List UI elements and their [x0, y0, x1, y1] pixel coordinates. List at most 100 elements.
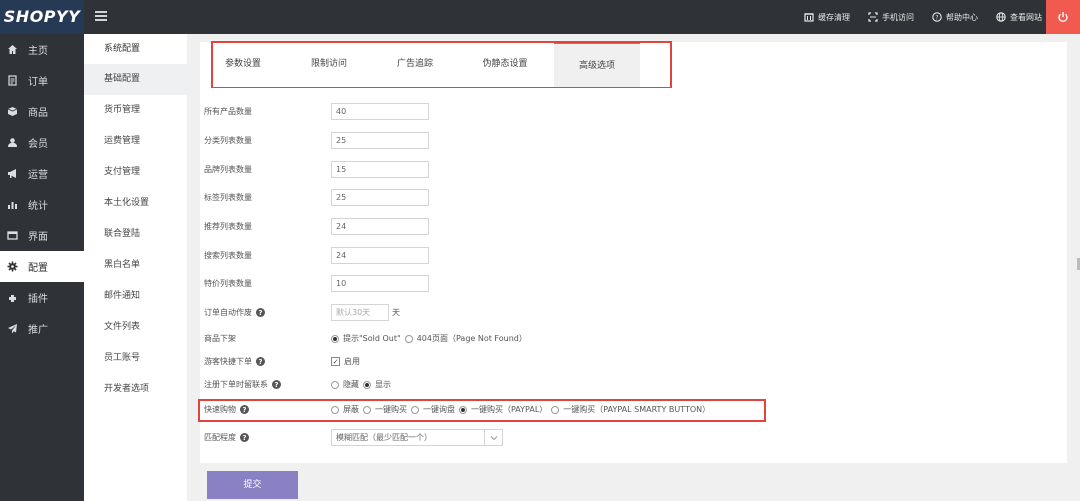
submenu-item-staff[interactable]: 员工账号	[84, 343, 187, 374]
form-row: 订单自动作废 ? 默认30天 天	[204, 304, 400, 321]
one-click-inquiry-option[interactable]: 一键询盘	[411, 404, 455, 415]
radio[interactable]	[411, 405, 419, 414]
show-option[interactable]: 显示	[363, 379, 391, 390]
option-label: 一键购买（PAYPAL SMARTY BUTTON）	[563, 405, 711, 414]
mobile-visit-button[interactable]: 手机访问	[868, 12, 914, 23]
submenu-item-blacklist[interactable]: 黑白名单	[84, 250, 187, 281]
all-products-input[interactable]: 40	[331, 103, 429, 120]
sidebar-item-orders[interactable]: 订单	[0, 65, 84, 96]
sidebar-item-operations[interactable]: 运营	[0, 158, 84, 189]
form-row: 游客快捷下单 ? ✓ 启用	[204, 356, 364, 367]
submenu-item-files[interactable]: 文件列表	[84, 312, 187, 343]
submenu-item-developer[interactable]: 开发者选项	[84, 374, 187, 405]
product-icon	[7, 107, 18, 116]
field-label: 匹配程度	[204, 433, 236, 442]
submenu-item-basic-config[interactable]: 基础配置	[84, 64, 187, 95]
submenu-item-currency[interactable]: 货币管理	[84, 95, 187, 126]
help-center-button[interactable]: ? 帮助中心	[932, 12, 978, 23]
sidebar-item-label: 商品	[28, 108, 48, 119]
search-list-input[interactable]: 24	[331, 247, 429, 264]
option-label: 一键询盘	[423, 405, 455, 414]
sidebar-item-home[interactable]: 主页	[0, 34, 84, 65]
brand-list-input[interactable]: 15	[331, 161, 429, 178]
form-row: 匹配程度 ? 模糊匹配（最少匹配一个）	[204, 429, 503, 446]
help-center-label: 帮助中心	[946, 12, 978, 22]
sidebar-item-plugins[interactable]: 插件	[0, 282, 84, 313]
field-label: 游客快捷下单	[204, 357, 252, 366]
sidebar-item-promotion[interactable]: 推广	[0, 313, 84, 344]
form-row: 分类列表数量 25	[204, 132, 429, 149]
form-row: 商品下架 提示"Sold Out" 404页面（Page Not Found）	[204, 333, 531, 344]
submenu-title: 系统配置	[104, 44, 141, 54]
help-icon[interactable]: ?	[256, 357, 265, 366]
field-label: 商品下架	[204, 334, 236, 343]
form-row: 特价列表数量 10	[204, 275, 429, 292]
sidebar-item-label: 主页	[28, 46, 48, 57]
auto-void-days-input[interactable]: 默认30天	[331, 304, 389, 321]
radio-selected[interactable]	[331, 334, 339, 343]
sidebar-item-label: 订单	[28, 77, 48, 88]
one-click-paypal-smart-option[interactable]: 一键购买（PAYPAL SMARTY BUTTON）	[551, 404, 710, 415]
config-submenu: 系统配置 基础配置 货币管理 运费管理 支付管理 本土化设置 联合登陆 黑白名单…	[84, 34, 187, 501]
field-label: 注册下单时留联系	[204, 380, 268, 389]
sidebar-item-products[interactable]: 商品	[0, 96, 84, 127]
radio[interactable]	[331, 405, 339, 414]
sidebar-item-members[interactable]: 会员	[0, 127, 84, 158]
sidebar-item-interface[interactable]: 界面	[0, 220, 84, 251]
brand-logo[interactable]: SHOPYY	[0, 0, 84, 34]
submit-button[interactable]: 提交	[207, 471, 298, 499]
submenu-item-shipping[interactable]: 运费管理	[84, 126, 187, 157]
globe-icon	[996, 12, 1006, 22]
radio[interactable]	[363, 405, 371, 414]
logout-button[interactable]	[1046, 0, 1080, 34]
one-click-buy-option[interactable]: 一键购买	[363, 404, 407, 415]
radio[interactable]	[404, 334, 413, 343]
plugin-icon	[9, 295, 16, 302]
404-option[interactable]: 404页面（Page Not Found）	[404, 333, 527, 344]
submenu-item-email[interactable]: 邮件通知	[84, 281, 187, 312]
cache-clear-button[interactable]: 缓存清理	[804, 12, 850, 23]
recommend-list-input[interactable]: 24	[331, 218, 429, 235]
hide-option[interactable]: 隐藏	[331, 379, 359, 390]
option-label: 一键购买（PAYPAL）	[471, 405, 548, 414]
menu-toggle-icon[interactable]	[95, 11, 107, 21]
megaphone-icon	[8, 169, 16, 178]
tag-list-input[interactable]: 25	[331, 189, 429, 206]
cache-clear-label: 缓存清理	[818, 12, 850, 22]
submenu-item-localization[interactable]: 本土化设置	[84, 188, 187, 219]
svg-text:?: ?	[935, 14, 938, 21]
category-list-input[interactable]: 25	[331, 132, 429, 149]
mobile-icon	[868, 12, 878, 22]
help-icon[interactable]: ?	[272, 380, 281, 389]
checkbox-checked[interactable]: ✓	[331, 357, 340, 366]
cache-icon	[804, 13, 814, 22]
sidebar-item-config[interactable]: 配置	[0, 251, 84, 282]
special-list-input[interactable]: 10	[331, 275, 429, 292]
one-click-paypal-option[interactable]: 一键购买（PAYPAL）	[459, 404, 547, 415]
submenu-item-social-login[interactable]: 联合登陆	[84, 219, 187, 250]
tabs-highlight-box	[211, 41, 672, 89]
form-row: 标签列表数量 25	[204, 189, 429, 206]
sold-out-option[interactable]: 提示"Sold Out"	[331, 333, 401, 344]
radio-selected[interactable]	[363, 380, 371, 389]
help-icon[interactable]: ?	[256, 308, 265, 317]
help-icon[interactable]: ?	[240, 405, 249, 414]
field-label: 所有产品数量	[204, 107, 252, 116]
guest-checkout-option[interactable]: ✓ 启用	[331, 356, 360, 367]
radio-selected[interactable]	[459, 405, 467, 414]
sidebar-item-stats[interactable]: 统计	[0, 189, 84, 220]
field-label: 推荐列表数量	[204, 222, 252, 231]
field-label: 订单自动作废	[204, 308, 252, 317]
submenu-item-payment[interactable]: 支付管理	[84, 157, 187, 188]
member-icon	[8, 138, 17, 147]
help-icon[interactable]: ?	[240, 433, 249, 442]
chevron-down-icon	[484, 430, 502, 445]
view-site-button[interactable]: 查看网站	[996, 12, 1042, 23]
field-label: 标签列表数量	[204, 193, 252, 202]
block-option[interactable]: 屏蔽	[331, 404, 359, 415]
match-degree-select[interactable]: 模糊匹配（最少匹配一个）	[331, 429, 503, 446]
option-label: 一键购买	[375, 405, 407, 414]
option-label: 启用	[344, 357, 360, 366]
radio[interactable]	[551, 405, 560, 414]
radio[interactable]	[331, 380, 339, 389]
